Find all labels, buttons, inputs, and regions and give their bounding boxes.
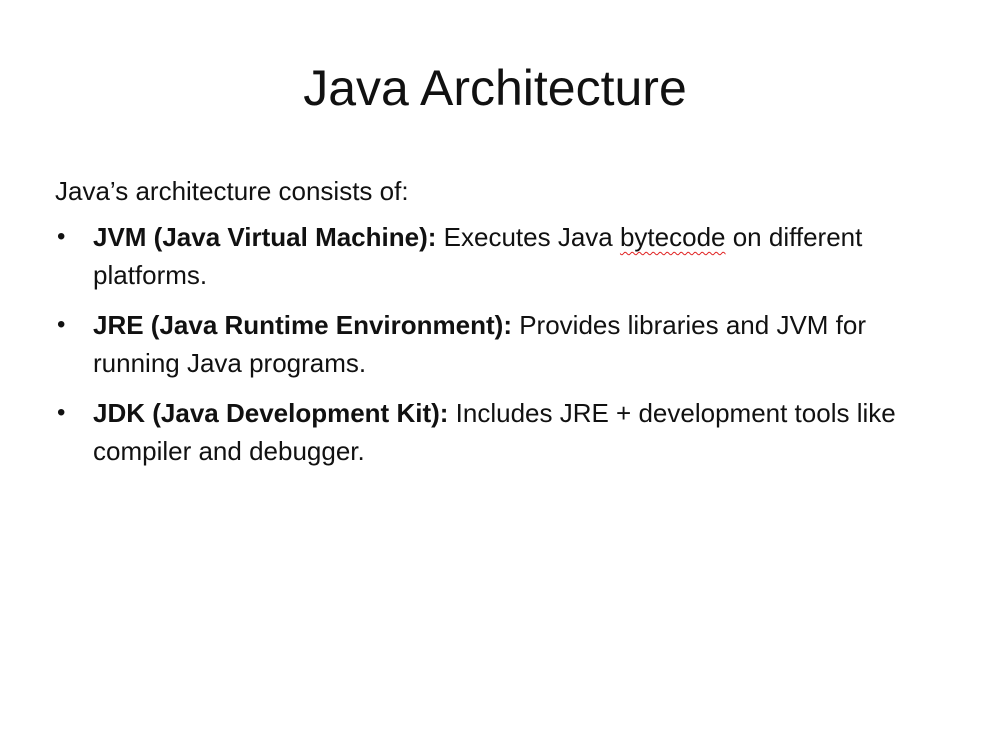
bullet-term: JRE (Java Runtime Environment):	[93, 310, 512, 340]
bullet-icon: •	[57, 311, 66, 338]
bullet-text: Executes Java	[436, 222, 620, 252]
slide-body: Java’s architecture consists of: • JVM (…	[55, 172, 935, 482]
bullet-item-jre: • JRE (Java Runtime Environment): Provid…	[55, 306, 935, 382]
spellcheck-flagged-word[interactable]: bytecode	[620, 222, 726, 252]
bullet-icon: •	[57, 399, 66, 426]
slide: Java Architecture Java’s architecture co…	[0, 0, 990, 733]
bullet-term: JDK (Java Development Kit):	[93, 398, 449, 428]
bullet-list: • JVM (Java Virtual Machine): Executes J…	[55, 218, 935, 470]
intro-text: Java’s architecture consists of:	[55, 176, 409, 206]
bullet-item-jdk: • JDK (Java Development Kit): Includes J…	[55, 394, 935, 470]
bullet-item-jvm: • JVM (Java Virtual Machine): Executes J…	[55, 218, 935, 294]
bullet-icon: •	[57, 223, 66, 250]
bullet-term: JVM (Java Virtual Machine):	[93, 222, 437, 252]
slide-title: Java Architecture	[303, 60, 687, 116]
